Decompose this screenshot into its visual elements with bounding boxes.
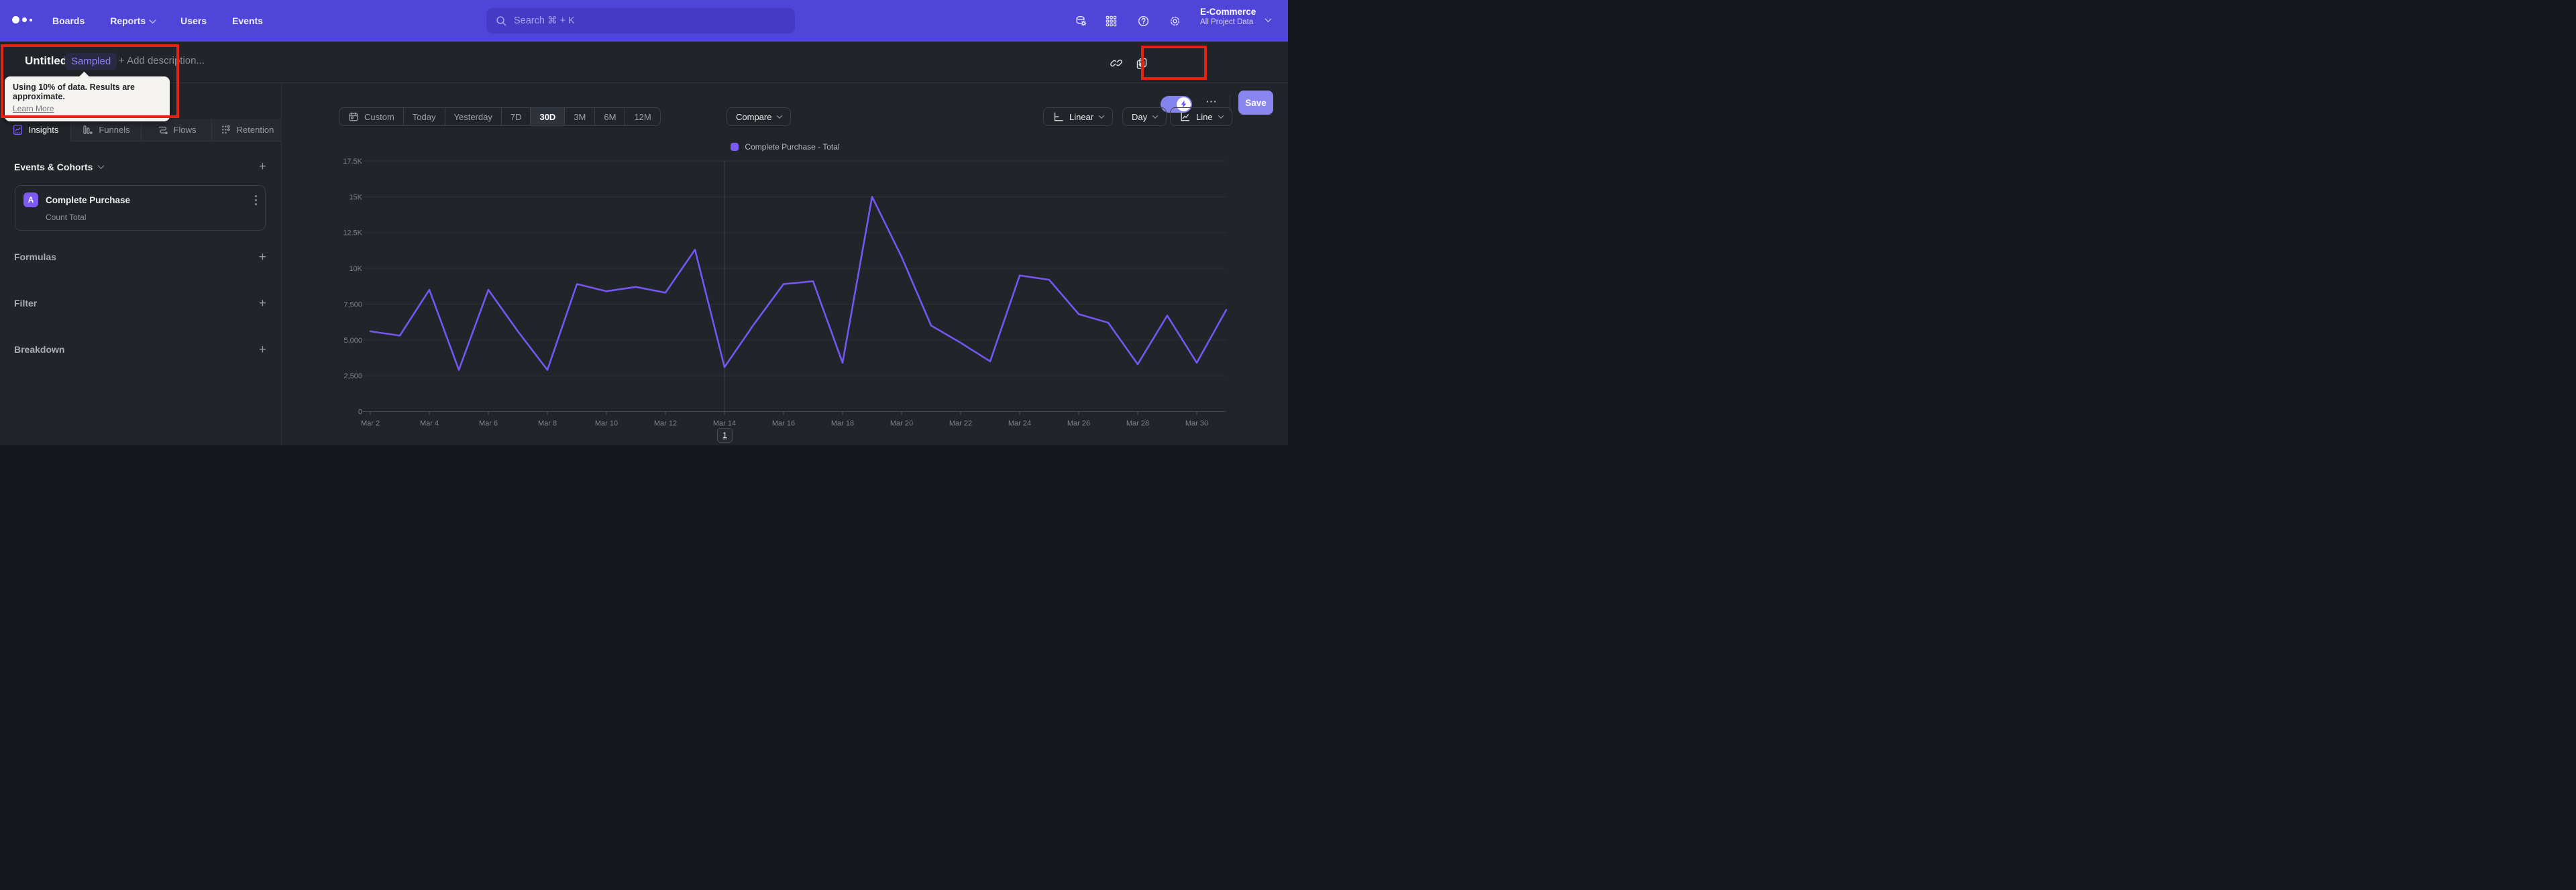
funnels-icon: [83, 125, 93, 135]
event-menu-button[interactable]: [255, 194, 257, 205]
nav-link-reports[interactable]: Reports: [110, 15, 156, 26]
svg-text:Mar 28: Mar 28: [1126, 420, 1149, 428]
svg-text:Mar 6: Mar 6: [479, 420, 498, 428]
tab-flows[interactable]: Flows: [141, 119, 211, 142]
svg-text:Mar 10: Mar 10: [595, 420, 618, 428]
add-description[interactable]: + Add description...: [119, 55, 205, 66]
chevron-down-icon: [1265, 15, 1272, 23]
chart-panel: Custom Today Yesterday 7D 30D 3M 6M 12M Compare…: [282, 83, 1288, 445]
svg-text:15K: 15K: [349, 193, 362, 201]
tab-label: Flows: [173, 125, 197, 135]
svg-text:Mar 26: Mar 26: [1067, 420, 1090, 428]
flows-icon: [158, 126, 168, 135]
svg-text:7,500: 7,500: [343, 300, 362, 309]
tab-retention[interactable]: Retention: [211, 119, 282, 142]
project-switcher[interactable]: E-Commerce All Project Data: [1200, 7, 1272, 26]
nav-link-users[interactable]: Users: [180, 15, 207, 26]
tab-insights[interactable]: Insights: [0, 119, 70, 142]
share-link-icon[interactable]: [1110, 57, 1122, 69]
section-filter: Filter +: [14, 294, 266, 312]
add-filter-button[interactable]: +: [259, 297, 266, 310]
svg-text:17.5K: 17.5K: [343, 158, 362, 166]
svg-text:Mar 2: Mar 2: [361, 420, 380, 428]
section-formulas: Formulas +: [14, 248, 266, 266]
nav-link-events[interactable]: Events: [232, 15, 263, 26]
svg-text:Mar 30: Mar 30: [1185, 420, 1208, 428]
report-title-bar: Untitled Sampled + Add description... ⋯ …: [0, 42, 1288, 115]
events-cohorts-header: Events & Cohorts +: [14, 160, 266, 173]
svg-text:10K: 10K: [349, 265, 362, 273]
event-metric[interactable]: Count Total: [46, 213, 257, 222]
tooltip-text: Using 10% of data. Results are approxima…: [13, 82, 136, 101]
section-label: Breakdown: [14, 344, 65, 355]
settings-gear-icon[interactable]: [1169, 15, 1181, 27]
learn-more-link[interactable]: Learn More: [13, 104, 54, 113]
svg-text:Mar 14: Mar 14: [713, 420, 736, 428]
tab-label: Insights: [28, 125, 59, 135]
data-management-icon[interactable]: [1075, 15, 1087, 27]
add-formulas-button[interactable]: +: [259, 251, 266, 264]
svg-text:Mar 4: Mar 4: [420, 420, 439, 428]
svg-text:Mar 12: Mar 12: [654, 420, 677, 428]
section-breakdown: Breakdown +: [14, 341, 266, 358]
report-title[interactable]: Untitled: [25, 54, 67, 68]
project-name: E-Commerce: [1200, 7, 1256, 17]
search-input[interactable]: Search ⌘ + K: [486, 8, 795, 34]
svg-text:Mar 8: Mar 8: [538, 420, 557, 428]
help-icon[interactable]: [1137, 15, 1150, 27]
svg-text:12.5K: 12.5K: [343, 229, 362, 237]
event-name[interactable]: Complete Purchase: [46, 195, 130, 205]
search-icon: [496, 15, 506, 25]
event-card[interactable]: A Complete Purchase Count Total: [15, 185, 266, 231]
tab-label: Retention: [236, 125, 274, 135]
project-scope: All Project Data: [1200, 18, 1254, 26]
report-tabs: Insights Funnels Flows Retention: [0, 119, 282, 142]
copy-to-board-icon[interactable]: [1136, 57, 1148, 69]
section-label: Formulas: [14, 252, 57, 262]
section-label: Filter: [14, 298, 38, 309]
line-chart: 17.5K 15K 12.5K 10K 7,500 5,000 2,500 0 Mar 2 Mar…: [343, 158, 1228, 428]
pagination-page-button[interactable]: 1: [717, 428, 733, 443]
svg-text:5,000: 5,000: [343, 337, 362, 345]
top-navbar: Boards Reports Users Events Search ⌘ + K E-…: [0, 0, 1288, 42]
sampled-badge[interactable]: Sampled: [65, 53, 117, 70]
svg-text:Mar 22: Mar 22: [949, 420, 972, 428]
search-placeholder: Search ⌘ + K: [514, 15, 575, 26]
svg-text:Mar 24: Mar 24: [1008, 420, 1031, 428]
svg-text:Mar 20: Mar 20: [890, 420, 913, 428]
add-event-button[interactable]: +: [259, 160, 266, 173]
event-letter-badge: A: [23, 192, 38, 207]
nav-link-boards[interactable]: Boards: [52, 15, 85, 26]
query-sidebar: Insights Funnels Flows Retention Events & C…: [0, 83, 282, 445]
chevron-down-icon[interactable]: [98, 162, 105, 170]
svg-text:0: 0: [358, 408, 362, 416]
tab-label: Funnels: [99, 125, 130, 135]
tab-funnels[interactable]: Funnels: [70, 119, 141, 142]
svg-text:Mar 16: Mar 16: [772, 420, 795, 428]
svg-text:2,500: 2,500: [343, 372, 362, 380]
retention-icon: [221, 125, 230, 134]
svg-text:Mar 18: Mar 18: [831, 420, 854, 428]
add-breakdown-button[interactable]: +: [259, 343, 266, 356]
insights-icon: [13, 125, 22, 135]
chevron-down-icon: [149, 16, 156, 23]
sampling-tooltip: Using 10% of data. Results are approxima…: [5, 76, 170, 121]
apps-grid-icon[interactable]: [1105, 15, 1118, 27]
nav-links: Boards Reports Users Events: [52, 0, 263, 42]
mixpanel-logo-icon[interactable]: [12, 16, 32, 23]
events-cohorts-label: Events & Cohorts: [14, 161, 93, 172]
app-window: Boards Reports Users Events Search ⌘ + K E-…: [0, 0, 1288, 445]
